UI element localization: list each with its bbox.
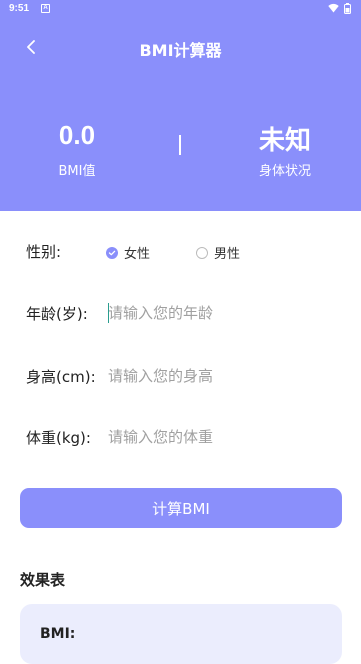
body-status-value: 未知 [258,125,311,155]
height-input[interactable] [108,363,338,389]
notification-icon: A [41,4,50,13]
bmi-label: BMI值 [58,164,96,179]
age-input[interactable] [108,300,338,326]
gender-option-female[interactable]: 女性 [106,243,150,262]
age-label: 年龄(岁): [26,305,88,323]
bmi-value: 0.0 [58,120,96,150]
header: 9:51 A BMI计算器 0.0 BMI值 未知 身体状况 [0,0,361,211]
gender-option-label: 男性 [214,247,241,262]
calculate-bmi-button[interactable]: 计算BMI [20,488,342,528]
gender-option-male[interactable]: 男性 [196,243,240,262]
effect-table-card: BMI: [20,604,342,664]
gender-label: 性别: [26,243,62,261]
effect-bmi-label: BMI: [40,626,76,642]
page-title: BMI计算器 [139,41,222,60]
wifi-icon [328,3,339,16]
status-time: 9:51 [9,3,30,14]
header-divider [179,135,181,155]
gender-option-label: 女性 [124,247,151,262]
battery-icon [344,3,351,17]
radio-checked-icon [106,246,118,259]
radio-unchecked-icon [196,246,208,259]
weight-input[interactable] [108,424,338,450]
effect-table-title: 效果表 [20,571,66,589]
body-status-label: 身体状况 [258,164,311,179]
text-caret [108,303,109,323]
weight-label: 体重(kg): [26,429,91,447]
status-bar: 9:51 A [0,0,361,20]
height-label: 身高(cm): [26,368,96,386]
